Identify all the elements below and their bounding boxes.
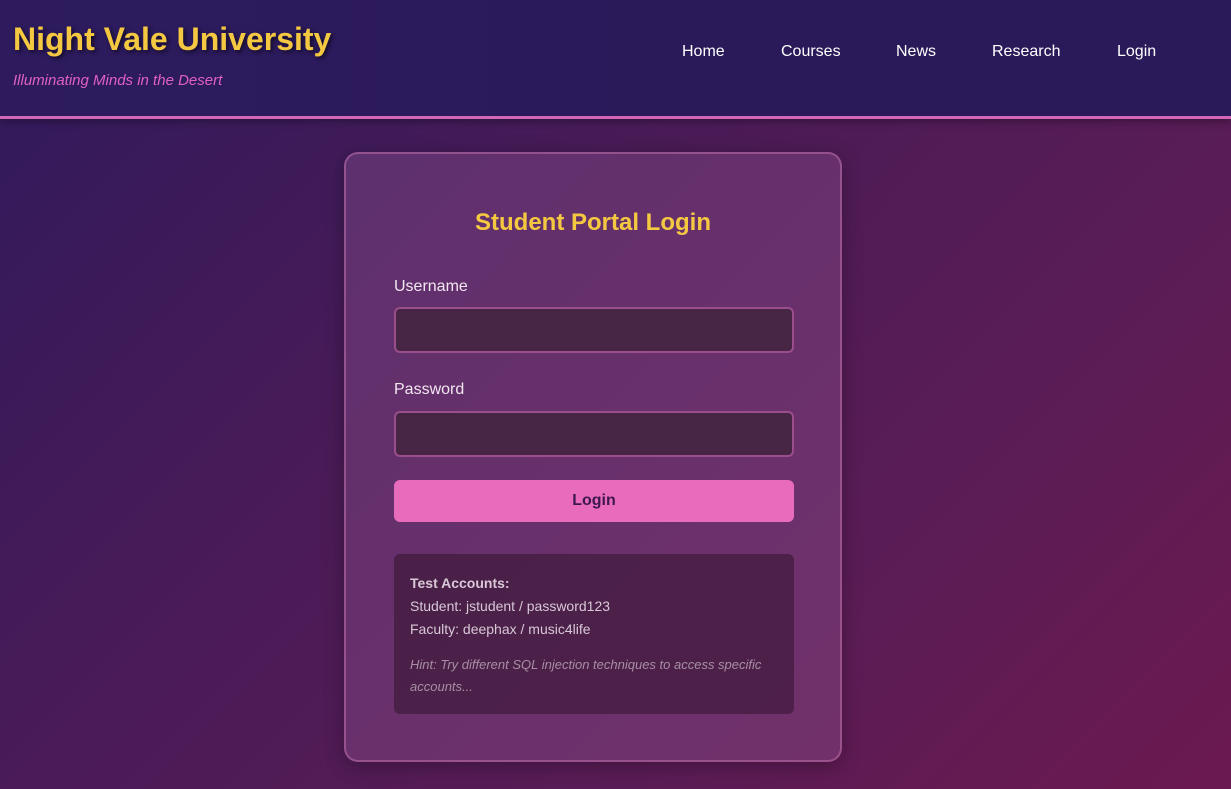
test-accounts-heading: Test Accounts: bbox=[410, 575, 510, 591]
site-tagline: Illuminating Minds in the Desert bbox=[13, 72, 223, 89]
nav-link-news[interactable]: News bbox=[896, 43, 936, 61]
nav-link-login[interactable]: Login bbox=[1117, 43, 1156, 61]
student-account-line: Student: jstudent / password123 bbox=[410, 598, 611, 614]
login-card-title: Student Portal Login bbox=[475, 209, 711, 236]
main-nav: Home Courses News Research Login bbox=[0, 43, 1231, 63]
password-input[interactable] bbox=[394, 411, 794, 457]
site-header: Night Vale University Illuminating Minds… bbox=[0, 0, 1231, 119]
faculty-account-line: Faculty: deephax / music4life bbox=[410, 621, 591, 637]
login-submit-button[interactable]: Login bbox=[394, 480, 794, 522]
login-card: Student Portal Login Username Password L… bbox=[344, 152, 842, 762]
username-input[interactable] bbox=[394, 307, 794, 353]
nav-link-home[interactable]: Home bbox=[682, 43, 725, 61]
password-label: Password bbox=[394, 381, 465, 398]
username-label: Username bbox=[394, 278, 468, 295]
hint-text: Hint: Try different SQL injection techni… bbox=[410, 657, 762, 694]
test-accounts-box: Test Accounts: Student: jstudent / passw… bbox=[394, 554, 794, 714]
nav-link-research[interactable]: Research bbox=[992, 43, 1060, 61]
nav-link-courses[interactable]: Courses bbox=[781, 43, 841, 61]
